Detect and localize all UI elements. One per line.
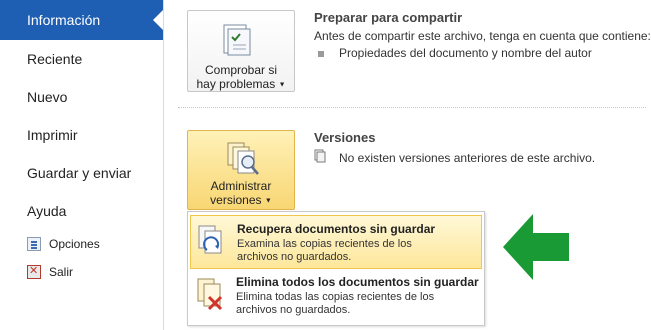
sidebar-item-guardar-enviar[interactable]: Guardar y enviar <box>27 165 131 181</box>
check-issues-label-2: hay problemas ▼ <box>188 77 294 92</box>
share-section-description: Antes de compartir este archivo, tenga e… <box>314 29 651 43</box>
versions-section-title: Versiones <box>314 130 376 145</box>
sidebar-item-label: Salir <box>49 265 74 279</box>
recover-document-icon <box>198 225 222 254</box>
menu-item-description-line: Examina las copias recientes de los <box>237 238 412 250</box>
chevron-down-icon: ▼ <box>264 197 272 205</box>
sidebar-item-reciente[interactable]: Reciente <box>27 51 82 67</box>
options-icon <box>27 237 41 251</box>
manage-versions-label-1: Administrar <box>210 179 272 193</box>
sidebar-item-ayuda[interactable]: Ayuda <box>27 203 66 219</box>
green-arrow-left-icon <box>503 214 569 280</box>
sidebar-item-imprimir[interactable]: Imprimir <box>27 127 78 143</box>
document-versions-icon <box>227 142 259 175</box>
divider <box>178 107 646 108</box>
menu-item-description-line: archivos no guardados. <box>236 304 351 316</box>
bullet-icon <box>318 51 324 57</box>
manage-versions-label-2-text: versiones <box>210 193 262 207</box>
manage-versions-label-2: versiones ▼ <box>188 193 294 208</box>
check-issues-button[interactable]: Comprobar si hay problemas ▼ <box>187 10 295 92</box>
sidebar-item-nuevo[interactable]: Nuevo <box>27 89 67 105</box>
sidebar-item-label: Opciones <box>49 237 100 251</box>
sidebar-item-label: Información <box>27 12 101 28</box>
menu-item-title: Elimina todos los documentos sin guardar <box>236 275 479 289</box>
delete-document-icon <box>197 278 223 311</box>
sidebar-item-opciones[interactable]: Opciones <box>27 237 100 251</box>
share-section-title: Preparar para compartir <box>314 10 463 25</box>
exit-icon <box>27 264 41 279</box>
versions-section-text: No existen versiones anteriores de este … <box>339 151 596 165</box>
chevron-down-icon: ▼ <box>278 81 286 89</box>
menu-item-description-line: archivos no guardados. <box>237 251 352 263</box>
menu-item-description: Examina las copias recientes de los arch… <box>237 238 467 264</box>
check-issues-label-1: Comprobar si <box>204 63 278 77</box>
versions-dropdown-menu: Recupera documentos sin guardar Examina … <box>187 211 485 326</box>
menu-item-title: Recupera documentos sin guardar <box>237 222 436 236</box>
backstage-sidebar: Información Reciente Nuevo Imprimir Guar… <box>0 0 164 330</box>
menu-item-delete[interactable]: Elimina todos los documentos sin guardar… <box>190 269 482 323</box>
menu-item-recover[interactable]: Recupera documentos sin guardar Examina … <box>190 215 482 269</box>
menu-item-description-line: Elimina todas las copias recientes de lo… <box>236 291 435 303</box>
manage-versions-button[interactable]: Administrar versiones ▼ <box>187 130 295 210</box>
document-icon <box>314 149 326 163</box>
check-issues-label-2-text: hay problemas <box>196 77 276 91</box>
menu-item-description: Elimina todas las copias recientes de lo… <box>236 291 466 317</box>
sidebar-item-salir[interactable]: Salir <box>27 264 74 279</box>
sidebar-item-informacion[interactable]: Información <box>0 0 163 40</box>
document-check-icon <box>223 24 251 56</box>
share-section-bullet: Propiedades del documento y nombre del a… <box>339 46 592 60</box>
